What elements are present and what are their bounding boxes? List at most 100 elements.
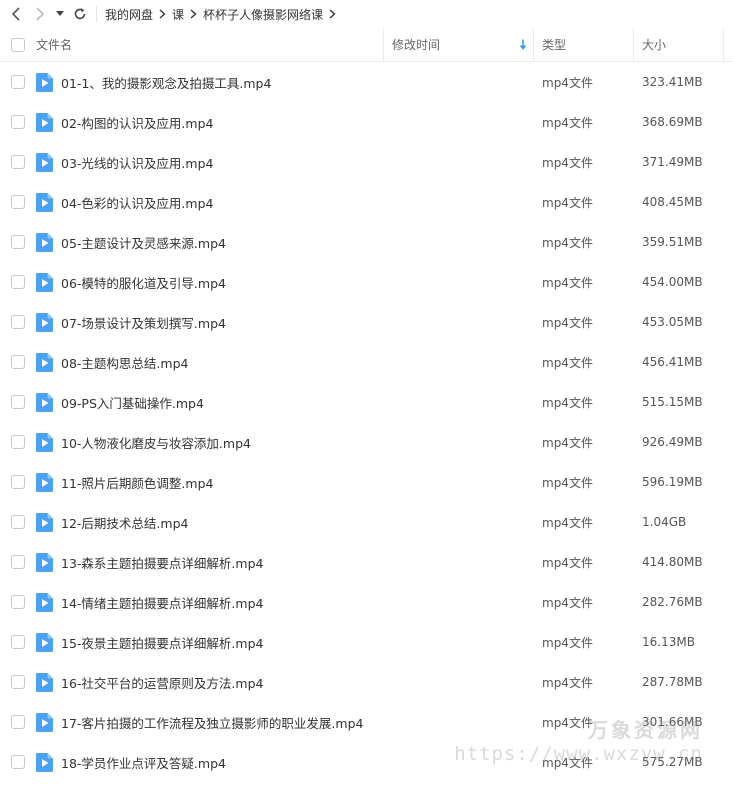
breadcrumb-item-folder[interactable]: 课 — [172, 6, 184, 23]
file-row[interactable]: 14-情绪主题拍摄要点详细解析.mp4 mp4文件 282.76MB — [0, 582, 733, 622]
file-row-checkbox[interactable] — [11, 395, 25, 409]
file-row-name[interactable]: 03-光线的认识及应用.mp4 — [60, 153, 384, 172]
file-row[interactable]: 17-客片拍摄的工作流程及独立摄影师的职业发展.mp4 mp4文件 301.66… — [0, 702, 733, 742]
file-row[interactable]: 03-光线的认识及应用.mp4 mp4文件 371.49MB — [0, 142, 733, 182]
breadcrumb-item-current[interactable]: 杯杯子人像摄影网络课 — [203, 6, 323, 23]
column-header-mtime[interactable]: 修改时间 — [384, 28, 534, 61]
video-file-icon — [36, 152, 53, 172]
file-row-type: mp4文件 — [542, 675, 593, 690]
file-row-check-cell — [0, 155, 36, 169]
breadcrumb-item-root[interactable]: 我的网盘 — [105, 6, 153, 23]
file-row-checkbox[interactable] — [11, 755, 25, 769]
forward-button[interactable] — [28, 2, 52, 26]
file-row[interactable]: 15-夜景主题拍摄要点详细解析.mp4 mp4文件 16.13MB — [0, 622, 733, 662]
file-row-checkbox[interactable] — [11, 475, 25, 489]
file-row-check-cell — [0, 235, 36, 249]
file-row[interactable]: 02-构图的认识及应用.mp4 mp4文件 368.69MB — [0, 102, 733, 142]
file-row-check-cell — [0, 715, 36, 729]
file-row-name[interactable]: 16-社交平台的运营原则及方法.mp4 — [60, 673, 384, 692]
file-row-checkbox[interactable] — [11, 115, 25, 129]
file-row-checkbox[interactable] — [11, 315, 25, 329]
file-row-size: 408.45MB — [642, 195, 703, 209]
file-row-checkbox[interactable] — [11, 715, 25, 729]
file-row[interactable]: 12-后期技术总结.mp4 mp4文件 1.04GB — [0, 502, 733, 542]
file-row[interactable]: 01-1、我的摄影观念及拍摄工具.mp4 mp4文件 323.41MB — [0, 62, 733, 102]
file-row-name[interactable]: 11-照片后期颜色调整.mp4 — [60, 473, 384, 492]
file-row-name[interactable]: 17-客片拍摄的工作流程及独立摄影师的职业发展.mp4 — [60, 713, 384, 732]
file-row[interactable]: 04-色彩的认识及应用.mp4 mp4文件 408.45MB — [0, 182, 733, 222]
video-file-icon — [36, 232, 53, 252]
file-row-checkbox[interactable] — [11, 635, 25, 649]
file-row-type: mp4文件 — [542, 115, 593, 130]
arrow-down-icon — [519, 39, 527, 50]
refresh-button[interactable] — [68, 2, 92, 26]
file-row-checkbox[interactable] — [11, 355, 25, 369]
file-row-checkbox[interactable] — [11, 75, 25, 89]
file-row-size: 456.41MB — [642, 355, 703, 369]
file-row-name[interactable]: 05-主题设计及灵感来源.mp4 — [60, 233, 384, 252]
video-file-icon — [36, 312, 53, 332]
file-row-size: 16.13MB — [642, 635, 695, 649]
file-row[interactable]: 08-主题构思总结.mp4 mp4文件 456.41MB — [0, 342, 733, 382]
file-row-check-cell — [0, 115, 36, 129]
file-row-name[interactable]: 08-主题构思总结.mp4 — [60, 353, 384, 372]
file-row-name[interactable]: 12-后期技术总结.mp4 — [60, 513, 384, 532]
file-row-checkbox[interactable] — [11, 595, 25, 609]
toolbar-divider — [96, 6, 97, 22]
file-row-checkbox[interactable] — [11, 235, 25, 249]
file-row-name[interactable]: 10-人物液化磨皮与妆容添加.mp4 — [60, 433, 384, 452]
file-row-name[interactable]: 13-森系主题拍摄要点详细解析.mp4 — [60, 553, 384, 572]
file-row-type: mp4文件 — [542, 395, 593, 410]
file-row-name[interactable]: 18-学员作业点评及答疑.mp4 — [60, 753, 384, 772]
breadcrumb-separator — [190, 9, 197, 19]
file-row-size: 575.27MB — [642, 755, 703, 769]
history-dropdown-button[interactable] — [52, 2, 68, 26]
file-row-checkbox[interactable] — [11, 155, 25, 169]
column-header-size-label: 大小 — [642, 38, 667, 52]
file-row-name[interactable]: 06-模特的服化道及引导.mp4 — [60, 273, 384, 292]
file-row-checkbox[interactable] — [11, 195, 25, 209]
back-button[interactable] — [4, 2, 28, 26]
file-row[interactable]: 05-主题设计及灵感来源.mp4 mp4文件 359.51MB — [0, 222, 733, 262]
file-row-name[interactable]: 01-1、我的摄影观念及拍摄工具.mp4 — [60, 73, 384, 92]
chevron-right-icon — [159, 9, 166, 19]
file-row[interactable]: 16-社交平台的运营原则及方法.mp4 mp4文件 287.78MB — [0, 662, 733, 702]
file-row-checkbox[interactable] — [11, 675, 25, 689]
column-header-mtime-label: 修改时间 — [392, 38, 441, 52]
file-row-icon-cell — [36, 512, 60, 532]
column-header-name[interactable]: 文件名 — [36, 28, 384, 61]
file-row-checkbox[interactable] — [11, 555, 25, 569]
caret-down-icon — [56, 11, 64, 16]
file-row[interactable]: 10-人物液化磨皮与妆容添加.mp4 mp4文件 926.49MB — [0, 422, 733, 462]
file-row-checkbox[interactable] — [11, 515, 25, 529]
file-row-type: mp4文件 — [542, 755, 593, 770]
file-row-check-cell — [0, 435, 36, 449]
file-row[interactable]: 11-照片后期颜色调整.mp4 mp4文件 596.19MB — [0, 462, 733, 502]
file-row-name[interactable]: 15-夜景主题拍摄要点详细解析.mp4 — [60, 633, 384, 652]
file-row-type: mp4文件 — [542, 275, 593, 290]
video-file-icon — [36, 512, 53, 532]
file-row[interactable]: 07-场景设计及策划撰写.mp4 mp4文件 453.05MB — [0, 302, 733, 342]
file-row-checkbox[interactable] — [11, 275, 25, 289]
file-row-name[interactable]: 14-情绪主题拍摄要点详细解析.mp4 — [60, 593, 384, 612]
file-row[interactable]: 09-PS入门基础操作.mp4 mp4文件 515.15MB — [0, 382, 733, 422]
select-all-checkbox[interactable] — [11, 37, 25, 52]
file-row-check-cell — [0, 515, 36, 529]
file-list-header: 文件名 修改时间 类型 大小 — [0, 28, 733, 62]
file-row-icon-cell — [36, 192, 60, 212]
file-row[interactable]: 18-学员作业点评及答疑.mp4 mp4文件 575.27MB — [0, 742, 733, 782]
file-row-name[interactable]: 07-场景设计及策划撰写.mp4 — [60, 313, 384, 332]
file-row-size: 454.00MB — [642, 275, 703, 289]
file-row-checkbox[interactable] — [11, 435, 25, 449]
file-row-size: 414.80MB — [642, 555, 703, 569]
file-row-check-cell — [0, 555, 36, 569]
file-row[interactable]: 06-模特的服化道及引导.mp4 mp4文件 454.00MB — [0, 262, 733, 302]
file-row[interactable]: 13-森系主题拍摄要点详细解析.mp4 mp4文件 414.80MB — [0, 542, 733, 582]
file-row-type: mp4文件 — [542, 355, 593, 370]
file-row-icon-cell — [36, 712, 60, 732]
column-header-size[interactable]: 大小 — [634, 28, 724, 61]
file-row-name[interactable]: 09-PS入门基础操作.mp4 — [60, 393, 384, 412]
file-row-name[interactable]: 04-色彩的认识及应用.mp4 — [60, 193, 384, 212]
column-header-type[interactable]: 类型 — [534, 28, 634, 61]
file-row-name[interactable]: 02-构图的认识及应用.mp4 — [60, 113, 384, 132]
